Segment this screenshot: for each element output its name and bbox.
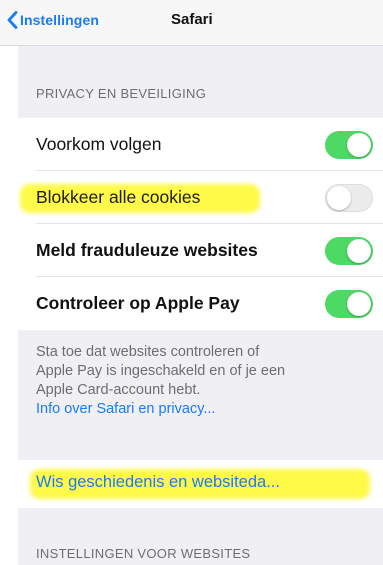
safari-privacy-info-link[interactable]: Info over Safari en privacy... <box>36 400 376 419</box>
navigation-bar: Instellingen Safari <box>0 0 383 46</box>
setting-label: Blokkeer alle cookies <box>36 187 201 207</box>
toggle-knob <box>327 185 351 210</box>
fraud-warning-toggle[interactable] <box>325 236 373 265</box>
chevron-left-icon <box>7 11 18 29</box>
footer-text-line: Apple Card-account hebt. <box>36 382 201 398</box>
toggle-knob <box>347 238 371 263</box>
left-edge-strip <box>0 0 18 565</box>
footer-text-line: Sta toe dat websites controleren of <box>36 344 260 360</box>
safari-settings-page: Instellingen Safari PRIVACY EN BEVEILIGI… <box>0 0 383 565</box>
setting-row-prevent-tracking: Voorkom volgen <box>18 118 383 171</box>
toggle-knob <box>347 291 371 316</box>
setting-row-block-cookies: Blokkeer alle cookies <box>18 171 383 224</box>
apple-pay-check-toggle[interactable] <box>325 289 373 318</box>
privacy-settings-list: Voorkom volgen Blokkeer alle cookies Mel… <box>18 118 383 330</box>
privacy-footer-note: Sta toe dat websites controleren of Appl… <box>36 343 376 419</box>
clear-history-row[interactable]: Wis geschiedenis en websiteda... <box>18 460 383 508</box>
setting-label: Meld frauduleuze websites <box>36 240 258 260</box>
setting-row-fraud-warning: Meld frauduleuze websites <box>18 224 383 277</box>
back-button[interactable]: Instellingen <box>7 9 99 31</box>
page-title: Safari <box>171 11 213 28</box>
footer-text-line: Apple Pay is ingeschakeld en of je een <box>36 363 286 379</box>
section-header-privacy: PRIVACY EN BEVEILIGING <box>36 86 207 101</box>
block-cookies-toggle[interactable] <box>325 183 373 212</box>
section-header-website-settings: INSTELLINGEN VOOR WEBSITES <box>36 546 251 561</box>
setting-label: Controleer op Apple Pay <box>36 293 240 313</box>
setting-row-apple-pay: Controleer op Apple Pay <box>18 277 383 330</box>
clear-history-button[interactable]: Wis geschiedenis en websiteda... <box>36 473 280 492</box>
setting-label: Voorkom volgen <box>36 134 162 154</box>
back-button-label: Instellingen <box>20 12 99 28</box>
toggle-knob <box>347 132 371 157</box>
prevent-tracking-toggle[interactable] <box>325 130 373 159</box>
